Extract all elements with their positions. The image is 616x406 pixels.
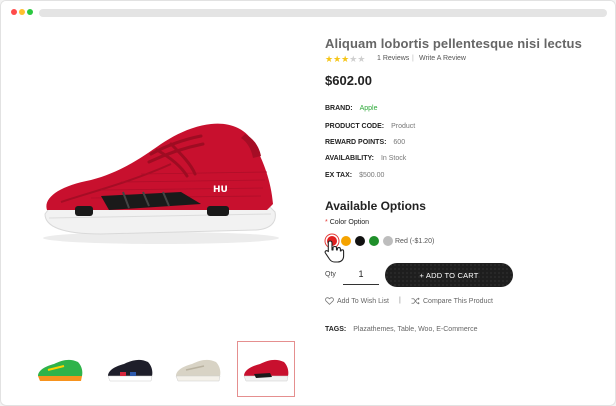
info-row-ex-tax: EX TAX: $500.00 [325, 172, 384, 179]
browser-window: HU Aliquam lobortis pellentesque nisi le… [0, 0, 616, 406]
info-row-reward-points: REWARD POINTS: 600 [325, 139, 405, 146]
info-label: BRAND: [325, 105, 353, 112]
write-review-link[interactable]: Write A Review [419, 55, 466, 62]
info-label: REWARD POINTS: [325, 139, 387, 146]
available-options-heading: Available Options [325, 199, 426, 213]
info-label: PRODUCT CODE: [325, 123, 385, 130]
hand-pointer-icon [323, 239, 345, 263]
thumbnail-black-sneaker[interactable] [101, 341, 159, 397]
color-option-label: * Color Option [325, 219, 369, 226]
color-swatch-grey[interactable] [383, 236, 393, 246]
heart-icon [325, 297, 334, 305]
color-swatch-green[interactable] [369, 236, 379, 246]
star-icon: ★ [333, 54, 342, 64]
quantity-input[interactable] [343, 263, 379, 285]
info-row-brand: BRAND: Apple [325, 105, 377, 112]
add-to-wishlist-link[interactable]: Add To Wish List [325, 297, 389, 305]
info-label: EX TAX: [325, 172, 353, 179]
review-separator: | [412, 55, 414, 62]
info-value: $500.00 [359, 172, 385, 179]
add-to-cart-label: + ADD TO CART [419, 270, 479, 280]
add-to-cart-button[interactable]: + ADD TO CART [385, 263, 513, 287]
info-value: In Stock [380, 155, 407, 162]
window-maximize-dot[interactable] [27, 9, 33, 15]
brand-link[interactable]: Apple [360, 105, 378, 112]
star-icon: ★ [325, 54, 334, 64]
tag-link[interactable]: Plazathemes [353, 326, 393, 333]
main-product-image[interactable]: HU [31, 106, 291, 256]
thumbnail-red-sneaker[interactable] [237, 341, 295, 397]
shuffle-icon [411, 297, 420, 305]
window-close-dot[interactable] [11, 9, 17, 15]
wishlist-label: Add To Wish List [337, 297, 390, 305]
info-label: AVAILABILITY: [325, 155, 374, 162]
info-row-availability: AVAILABILITY: In Stock [325, 155, 406, 162]
info-value: Product [391, 123, 416, 130]
star-icon: ★ [357, 54, 366, 64]
color-option-text: Color Option [329, 219, 370, 226]
action-separator: | [399, 297, 401, 304]
browser-titlebar [1, 1, 615, 23]
reviews-count-link[interactable]: 1 Reviews [377, 55, 409, 62]
product-title: Aliquam lobortis pellentesque nisi lectu… [325, 36, 582, 51]
info-value: 600 [393, 139, 406, 146]
product-price: $602.00 [325, 73, 372, 88]
info-row-product-code: PRODUCT CODE: Product [325, 123, 415, 130]
qty-label: Qty [325, 271, 336, 278]
selected-color-label: Red (-$1.20) [395, 238, 435, 245]
address-bar[interactable] [39, 9, 607, 17]
product-tags: TAGS: Plazathemes, Table, Woo, E-Commerc… [325, 326, 477, 333]
svg-text:HU: HU [213, 185, 228, 195]
compare-product-link[interactable]: Compare This Product [411, 297, 493, 305]
tag-link[interactable]: Woo [418, 326, 432, 333]
color-swatch-black[interactable] [355, 236, 365, 246]
tag-link[interactable]: E-Commerce [436, 326, 477, 333]
thumbnail-beige-sneaker[interactable] [169, 341, 227, 397]
window-minimize-dot[interactable] [19, 9, 25, 15]
tags-label: TAGS: [325, 326, 347, 333]
required-mark: * [325, 219, 328, 226]
thumbnail-green-orange-sneaker[interactable] [31, 341, 89, 397]
compare-label: Compare This Product [423, 297, 493, 305]
tag-link[interactable]: Table [397, 326, 414, 333]
rating-stars: ★★★★★ [325, 54, 365, 64]
